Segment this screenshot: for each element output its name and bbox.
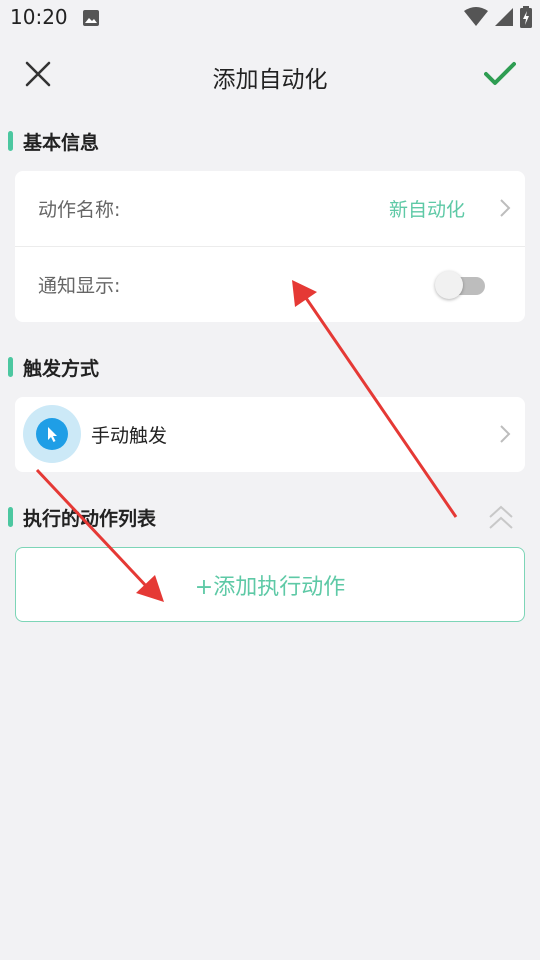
app-bar: 添加自动化 xyxy=(0,36,540,112)
section-accent-bar xyxy=(8,357,13,377)
cursor-icon xyxy=(36,418,68,450)
image-icon xyxy=(82,9,100,31)
page-title: 添加自动化 xyxy=(212,67,328,93)
section-trigger: 触发方式 xyxy=(8,353,99,381)
confirm-button[interactable] xyxy=(480,56,520,96)
notify-row: 通知显示: xyxy=(15,246,525,322)
notify-toggle[interactable] xyxy=(435,271,487,299)
trigger-label: 手动触发 xyxy=(91,425,168,447)
section-basic-info: 基本信息 xyxy=(8,127,99,155)
section-actions: 执行的动作列表 xyxy=(8,503,156,531)
check-icon xyxy=(484,61,516,91)
chevron-right-icon xyxy=(499,424,511,448)
section-accent-bar xyxy=(8,507,13,527)
add-action-label: +添加执行动作 xyxy=(194,574,346,600)
chevron-right-icon xyxy=(499,198,511,222)
signal-icon xyxy=(494,7,514,31)
action-name-row[interactable]: 动作名称: 新自动化 xyxy=(15,171,525,246)
action-name-label: 动作名称: xyxy=(38,199,121,221)
trigger-card[interactable]: 手动触发 xyxy=(15,397,525,472)
trigger-icon-badge xyxy=(23,405,81,463)
trigger-row[interactable]: 手动触发 xyxy=(15,397,525,472)
wifi-icon xyxy=(464,7,488,31)
section-title: 触发方式 xyxy=(23,357,100,380)
action-name-value: 新自动化 xyxy=(388,199,465,221)
section-accent-bar xyxy=(8,131,13,151)
section-title: 执行的动作列表 xyxy=(23,507,157,530)
double-chevron-up-icon[interactable] xyxy=(487,503,515,535)
status-bar: 10:20 xyxy=(0,0,540,36)
section-title: 基本信息 xyxy=(23,131,100,154)
notify-label: 通知显示: xyxy=(38,275,121,297)
toggle-knob xyxy=(435,271,463,299)
battery-icon xyxy=(520,6,532,32)
basic-info-card: 动作名称: 新自动化 通知显示: xyxy=(15,171,525,322)
add-action-button[interactable]: +添加执行动作 xyxy=(15,547,525,622)
status-time: 10:20 xyxy=(10,5,68,29)
